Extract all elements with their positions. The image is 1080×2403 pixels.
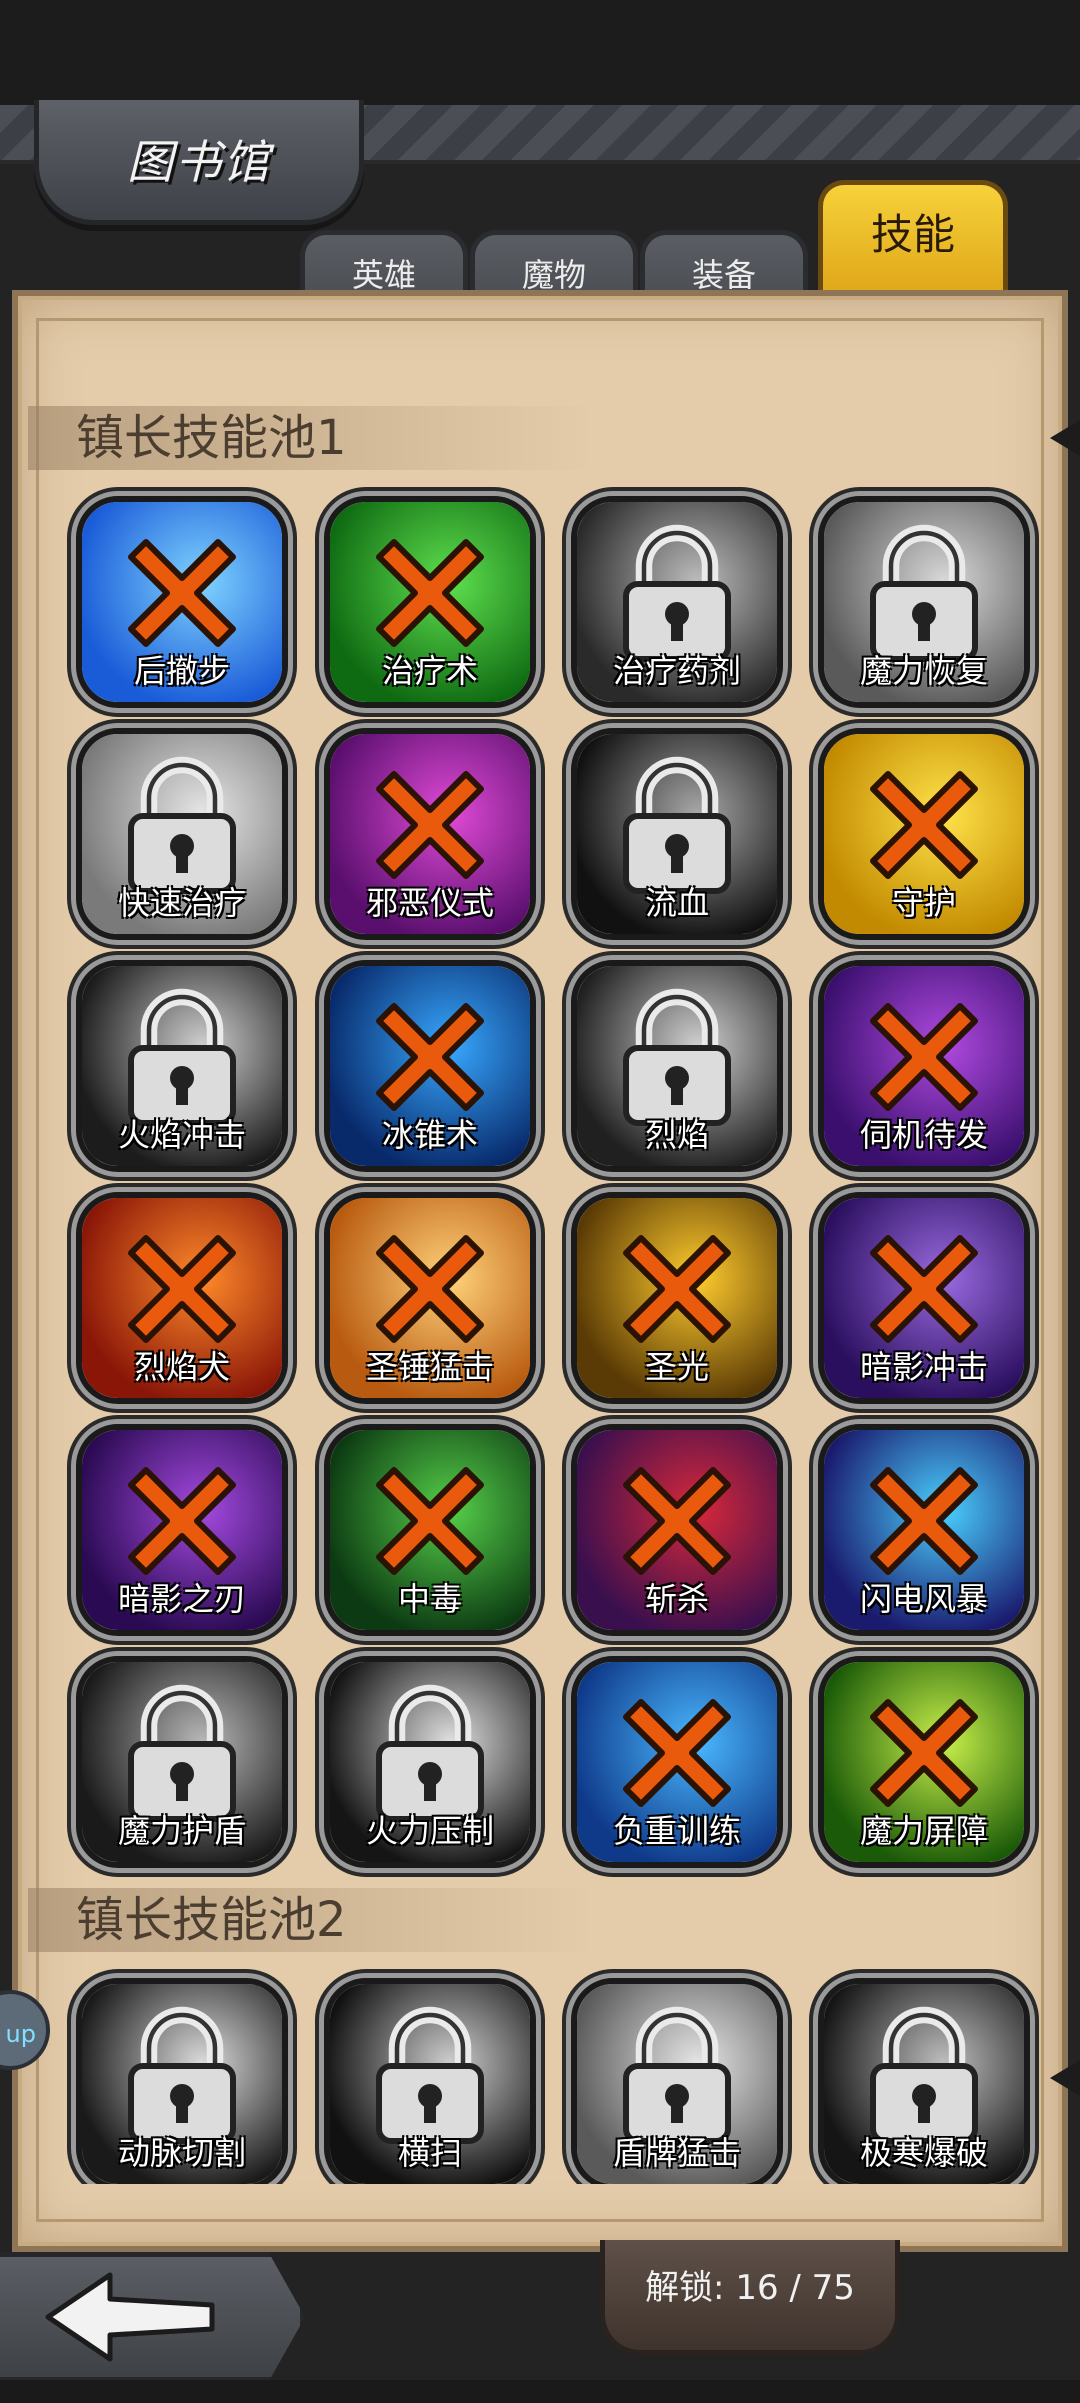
skill-name: 闪电风暴 [859, 1580, 988, 1618]
skill-name: 后撤步 [133, 652, 230, 690]
skill-icon-crossed[interactable]: 中毒 [324, 1424, 536, 1636]
skill-icon-crossed[interactable]: 后撤步 [76, 496, 288, 708]
category-tabs: 英雄 魔物 装备 技能 [300, 170, 1020, 325]
unlock-count-text: 解锁: 16 / 75 [645, 2268, 855, 2308]
skill-name: 魔力恢复 [859, 652, 988, 690]
skill-name: 快速治疗 [117, 884, 246, 922]
skill-icon-locked[interactable]: 治疗药剂 [571, 496, 783, 708]
skill-icon-crossed[interactable]: 暗影冲击 [818, 1192, 1030, 1404]
skill-icon-crossed[interactable]: 斩杀 [571, 1424, 783, 1636]
skill-icon-crossed[interactable]: 守护 [818, 728, 1030, 940]
skill-icon-locked[interactable]: 魔力护盾 [76, 1656, 288, 1868]
skill-name: 魔力屏障 [859, 1812, 988, 1850]
unlock-counter: 解锁: 16 / 75 [600, 2240, 900, 2355]
skill-icon-crossed[interactable]: 圣锤猛击 [324, 1192, 536, 1404]
skill-icon-crossed[interactable]: 治疗术 [324, 496, 536, 708]
skill-name: 火焰冲击 [117, 1116, 246, 1154]
skill-name: 圣锤猛击 [365, 1348, 494, 1386]
skill-name: 魔力护盾 [117, 1812, 246, 1850]
skill-name: 守护 [891, 884, 956, 922]
skill-name: 暗影之刃 [117, 1580, 246, 1618]
skill-icon-locked[interactable]: 快速治疗 [76, 728, 288, 940]
skill-icon-crossed[interactable]: 烈焰犬 [76, 1192, 288, 1404]
skill-icon-locked[interactable]: 动脉切割 [76, 1978, 288, 2184]
skill-name: 暗影冲击 [859, 1348, 988, 1386]
skill-icon-locked[interactable]: 流血 [571, 728, 783, 940]
skill-name: 负重训练 [612, 1812, 741, 1850]
skill-name: 邪恶仪式 [365, 884, 494, 922]
skill-name: 圣光 [644, 1348, 709, 1386]
bottom-bar [0, 2380, 1080, 2403]
back-button[interactable] [0, 2252, 305, 2382]
skill-scroll-area[interactable]: 镇长技能池1 后撤步 治疗术 治疗药剂 魔力恢复 快速治疗 邪恶仪式 流血 守护 火焰冲击 冰锥术烈… [18, 296, 1062, 2184]
skill-icon-locked[interactable]: 火焰冲击 [76, 960, 288, 1172]
scroll-notch [1050, 420, 1080, 456]
skill-icon-crossed[interactable]: 圣光 [571, 1192, 783, 1404]
skill-icon-locked[interactable]: 横扫 [324, 1978, 536, 2184]
skill-name: 斩杀 [644, 1580, 709, 1618]
skill-name: 冰锥术 [381, 1116, 478, 1154]
skill-icon-crossed[interactable]: 闪电风暴 [818, 1424, 1030, 1636]
skill-name: 动脉切割 [117, 2134, 246, 2172]
skill-icon-crossed[interactable]: 邪恶仪式 [324, 728, 536, 940]
skill-icon-crossed[interactable]: 魔力屏障 [818, 1656, 1030, 1868]
skill-name: 盾牌猛击 [612, 2134, 741, 2172]
skill-icon-crossed[interactable]: 暗影之刃 [76, 1424, 288, 1636]
library-panel: 镇长技能池1 后撤步 治疗术 治疗药剂 魔力恢复 快速治疗 邪恶仪式 流血 守护 火焰冲击 冰锥术烈… [12, 290, 1068, 2252]
skill-name: 烈焰 [644, 1116, 709, 1154]
skill-name: 火力压制 [365, 1812, 494, 1850]
skill-name: 横扫 [397, 2134, 462, 2172]
skill-name: 流血 [644, 884, 709, 922]
section-title: 镇长技能池1 [28, 406, 596, 470]
skill-icon-crossed[interactable]: 负重训练 [571, 1656, 783, 1868]
back-arrow-icon [45, 2272, 215, 2362]
skill-icon-locked[interactable]: 火力压制 [324, 1656, 536, 1868]
skill-icon-locked[interactable]: 烈焰 [571, 960, 783, 1172]
skill-name: 治疗术 [381, 652, 478, 690]
skill-name: 伺机待发 [859, 1116, 988, 1154]
skill-name: 极寒爆破 [859, 2134, 988, 2172]
skill-name: 烈焰犬 [133, 1348, 230, 1386]
skill-icon-locked[interactable]: 极寒爆破 [818, 1978, 1030, 2184]
skill-icon-locked[interactable]: 盾牌猛击 [571, 1978, 783, 2184]
skill-icon-crossed[interactable]: 伺机待发 [818, 960, 1030, 1172]
skill-name: 治疗药剂 [612, 652, 741, 690]
top-status-area [0, 0, 1080, 105]
section-title: 镇长技能池2 [28, 1888, 596, 1952]
scroll-notch [1050, 2060, 1080, 2096]
skill-name: 中毒 [397, 1580, 462, 1618]
skill-icon-crossed[interactable]: 冰锥术 [324, 960, 536, 1172]
skill-icon-locked[interactable]: 魔力恢复 [818, 496, 1030, 708]
